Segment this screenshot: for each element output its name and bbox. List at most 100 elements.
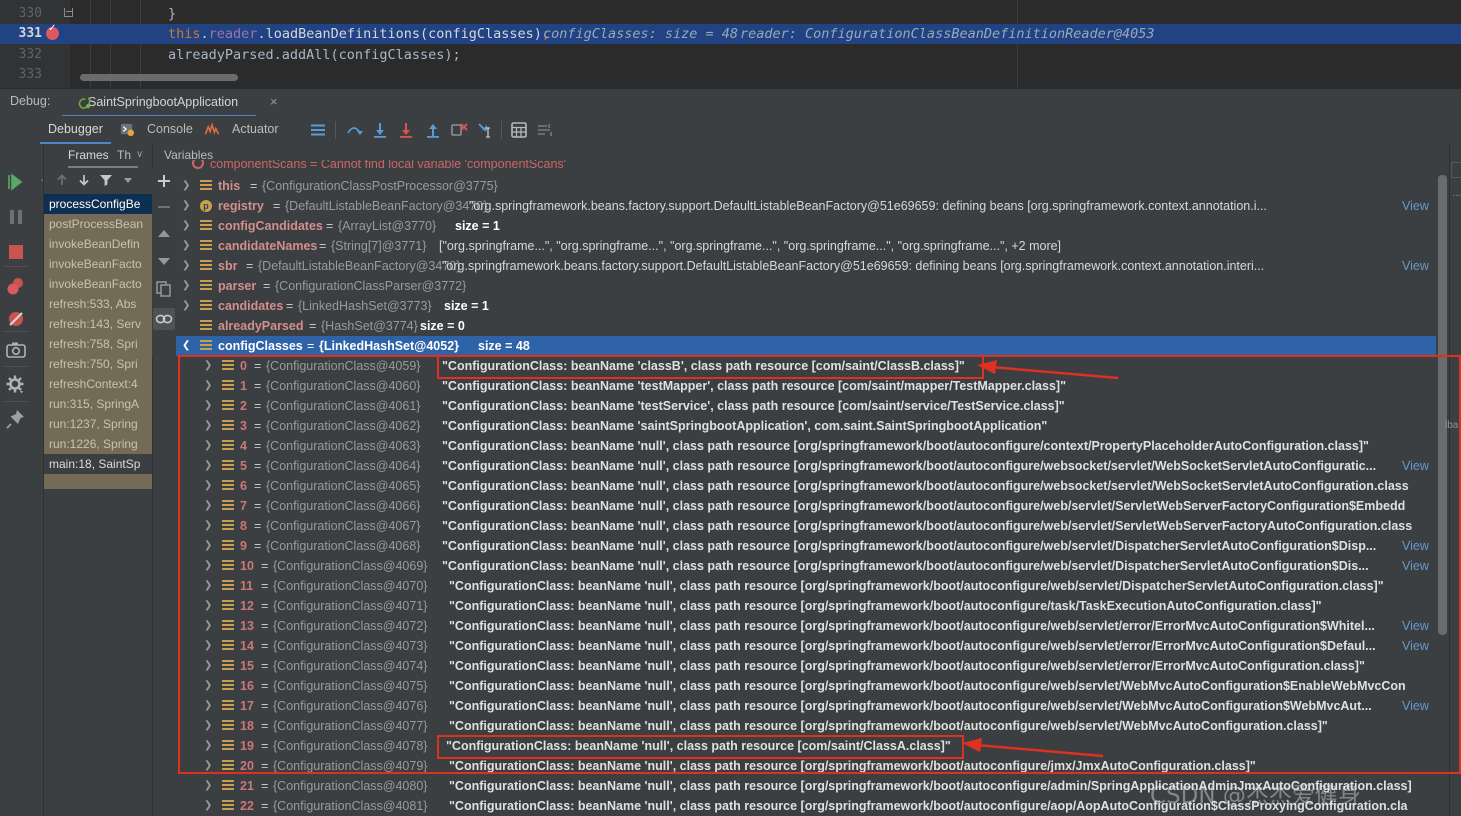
pin-icon[interactable]: [5, 408, 27, 430]
entry-row-12[interactable]: ❯ 12 = {ConfigurationClass@4071} "Config…: [176, 596, 1437, 616]
evaluate-expression-icon[interactable]: [510, 121, 528, 139]
chevron-right-icon[interactable]: ❯: [204, 596, 214, 616]
frame-row[interactable]: invokeBeanDefin: [44, 234, 152, 254]
chevron-right-icon[interactable]: ❯: [182, 276, 192, 296]
variable-row-configclasses[interactable]: ❮ configClasses = {LinkedHashSet@4052} s…: [176, 336, 1437, 356]
variable-row-configcandidates[interactable]: ❯ configCandidates = {ArrayList@3770} si…: [176, 216, 1437, 236]
move-up-icon[interactable]: [155, 225, 173, 243]
remove-watch-icon[interactable]: [155, 198, 173, 216]
variable-row-parser[interactable]: ❯ parser = {ConfigurationClassParser@377…: [176, 276, 1437, 296]
copy-icon[interactable]: [155, 280, 173, 298]
chevron-down-icon[interactable]: ∨: [136, 144, 143, 168]
chevron-right-icon[interactable]: ❯: [182, 216, 192, 236]
entry-row-20[interactable]: ❯ 20 = {ConfigurationClass@4079} "Config…: [176, 756, 1437, 776]
entry-row-5[interactable]: ❯ 5 = {ConfigurationClass@4064} "Configu…: [176, 456, 1437, 476]
settings-gear-icon[interactable]: [5, 374, 27, 396]
entry-row-11[interactable]: ❯ 11 = {ConfigurationClass@4070} "Config…: [176, 576, 1437, 596]
mute-breakpoints-icon[interactable]: [5, 308, 27, 330]
entry-row-0[interactable]: ❯ 0 = {ConfigurationClass@4059} "Configu…: [176, 356, 1437, 376]
frame-row[interactable]: refresh:758, Spri: [44, 334, 152, 354]
variable-row-alreadyparsed[interactable]: alreadyParsed = {HashSet@3774} size = 0: [176, 316, 1437, 336]
frames-list[interactable]: processConfigBe postProcessBean invokeBe…: [44, 194, 152, 489]
filter-icon[interactable]: [98, 172, 114, 188]
chevron-right-icon[interactable]: ❯: [204, 356, 214, 376]
chevron-right-icon[interactable]: ❯: [204, 416, 214, 436]
frame-row[interactable]: refresh:533, Abs: [44, 294, 152, 314]
chevron-right-icon[interactable]: ❯: [204, 756, 214, 776]
entry-row-9[interactable]: ❯ 9 = {ConfigurationClass@4068} "Configu…: [176, 536, 1437, 556]
variable-row-sbr[interactable]: ❯ sbr = {DefaultListableBeanFactory@3470…: [176, 256, 1437, 276]
arrow-down-icon[interactable]: [76, 172, 92, 188]
chevron-right-icon[interactable]: ❯: [204, 516, 214, 536]
chevron-right-icon[interactable]: ❯: [204, 736, 214, 756]
frame-row[interactable]: main:18, SaintSp: [44, 454, 152, 474]
tab-actuator[interactable]: Actuator: [224, 116, 287, 144]
chevron-right-icon[interactable]: ❯: [204, 396, 214, 416]
code-fold-icon[interactable]: [64, 8, 73, 17]
chevron-right-icon[interactable]: ❯: [182, 196, 192, 216]
entry-row-13[interactable]: ❯ 13 = {ConfigurationClass@4072} "Config…: [176, 616, 1437, 636]
chevron-right-icon[interactable]: ❯: [182, 236, 192, 256]
breakpoint-icon[interactable]: [46, 27, 59, 40]
variable-row-candidatenames[interactable]: ❯ candidateNames = {String[7]@3771} ["or…: [176, 236, 1437, 256]
frame-row[interactable]: refreshContext:4: [44, 374, 152, 394]
step-into-icon[interactable]: [371, 121, 389, 139]
frame-row[interactable]: refresh:750, Spri: [44, 354, 152, 374]
chevron-right-icon[interactable]: ❯: [182, 256, 192, 276]
inspect-icon[interactable]: [153, 308, 175, 330]
pause-icon[interactable]: [5, 206, 27, 228]
drop-frame-icon[interactable]: [450, 121, 468, 139]
variable-row-candidates[interactable]: ❯ candidates = {LinkedHashSet@3773} size…: [176, 296, 1437, 316]
close-icon[interactable]: ×: [270, 94, 278, 110]
chevron-right-icon[interactable]: ❯: [182, 296, 192, 316]
step-out-icon[interactable]: [424, 121, 442, 139]
entry-row-10[interactable]: ❯ 10 = {ConfigurationClass@4069} "Config…: [176, 556, 1437, 576]
entry-row-4[interactable]: ❯ 4 = {ConfigurationClass@4063} "Configu…: [176, 436, 1437, 456]
variable-row-error[interactable]: componentScans = Cannot find local varia…: [176, 160, 1437, 174]
chevron-right-icon[interactable]: ❯: [204, 636, 214, 656]
entry-row-3[interactable]: ❯ 3 = {ConfigurationClass@4062} "Configu…: [176, 416, 1437, 436]
chevron-right-icon[interactable]: ❯: [204, 776, 214, 796]
variable-row-this[interactable]: ❯ this = {ConfigurationClassPostProcesso…: [176, 176, 1437, 196]
frame-row[interactable]: processConfigBe: [44, 194, 152, 214]
arrow-up-icon[interactable]: [54, 172, 70, 188]
entry-row-17[interactable]: ❯ 17 = {ConfigurationClass@4076} "Config…: [176, 696, 1437, 716]
view-link[interactable]: View: [1402, 196, 1429, 216]
frame-row[interactable]: postProcessBean: [44, 214, 152, 234]
tab-console[interactable]: Console: [139, 116, 201, 144]
step-over-icon[interactable]: [345, 121, 363, 139]
view-link[interactable]: View: [1402, 616, 1429, 636]
run-to-cursor-icon[interactable]: [476, 121, 494, 139]
variables-tree[interactable]: componentScans = Cannot find local varia…: [176, 160, 1437, 816]
variable-row-registry[interactable]: ❯ p registry = {DefaultListableBeanFacto…: [176, 196, 1437, 216]
chevron-right-icon[interactable]: ❯: [204, 796, 214, 816]
more-icon[interactable]: ...: [1451, 186, 1461, 204]
overflow-icon[interactable]: [1451, 162, 1461, 178]
entry-row-14[interactable]: ❯ 14 = {ConfigurationClass@4073} "Config…: [176, 636, 1437, 656]
chevron-down-icon[interactable]: ❮: [182, 336, 192, 356]
dropdown-caret-icon[interactable]: [120, 172, 136, 188]
camera-icon[interactable]: [5, 339, 27, 361]
view-breakpoints-icon[interactable]: [5, 276, 27, 298]
chevron-right-icon[interactable]: ❯: [204, 616, 214, 636]
frames-splitter[interactable]: [43, 144, 44, 816]
chevron-right-icon[interactable]: ❯: [182, 176, 192, 196]
editor-horizontal-scrollbar[interactable]: [80, 74, 238, 81]
chevron-right-icon[interactable]: ❯: [204, 656, 214, 676]
move-down-icon[interactable]: [155, 252, 173, 270]
frame-row[interactable]: refresh:143, Serv: [44, 314, 152, 334]
tab-frames[interactable]: Frames: [68, 144, 109, 168]
frame-row[interactable]: invokeBeanFacto: [44, 254, 152, 274]
chevron-right-icon[interactable]: ❯: [204, 456, 214, 476]
stop-icon[interactable]: [5, 241, 27, 263]
entry-row-1[interactable]: ❯ 1 = {ConfigurationClass@4060} "Configu…: [176, 376, 1437, 396]
chevron-right-icon[interactable]: ❯: [204, 576, 214, 596]
view-link[interactable]: View: [1402, 456, 1429, 476]
tab-threads[interactable]: Th: [117, 144, 131, 168]
view-link[interactable]: View: [1402, 696, 1429, 716]
frame-row[interactable]: run:1226, Spring: [44, 434, 152, 454]
entry-row-18[interactable]: ❯ 18 = {ConfigurationClass@4077} "Config…: [176, 716, 1437, 736]
frame-row[interactable]: run:315, SpringA: [44, 394, 152, 414]
view-link[interactable]: View: [1402, 636, 1429, 656]
chevron-right-icon[interactable]: ❯: [204, 436, 214, 456]
